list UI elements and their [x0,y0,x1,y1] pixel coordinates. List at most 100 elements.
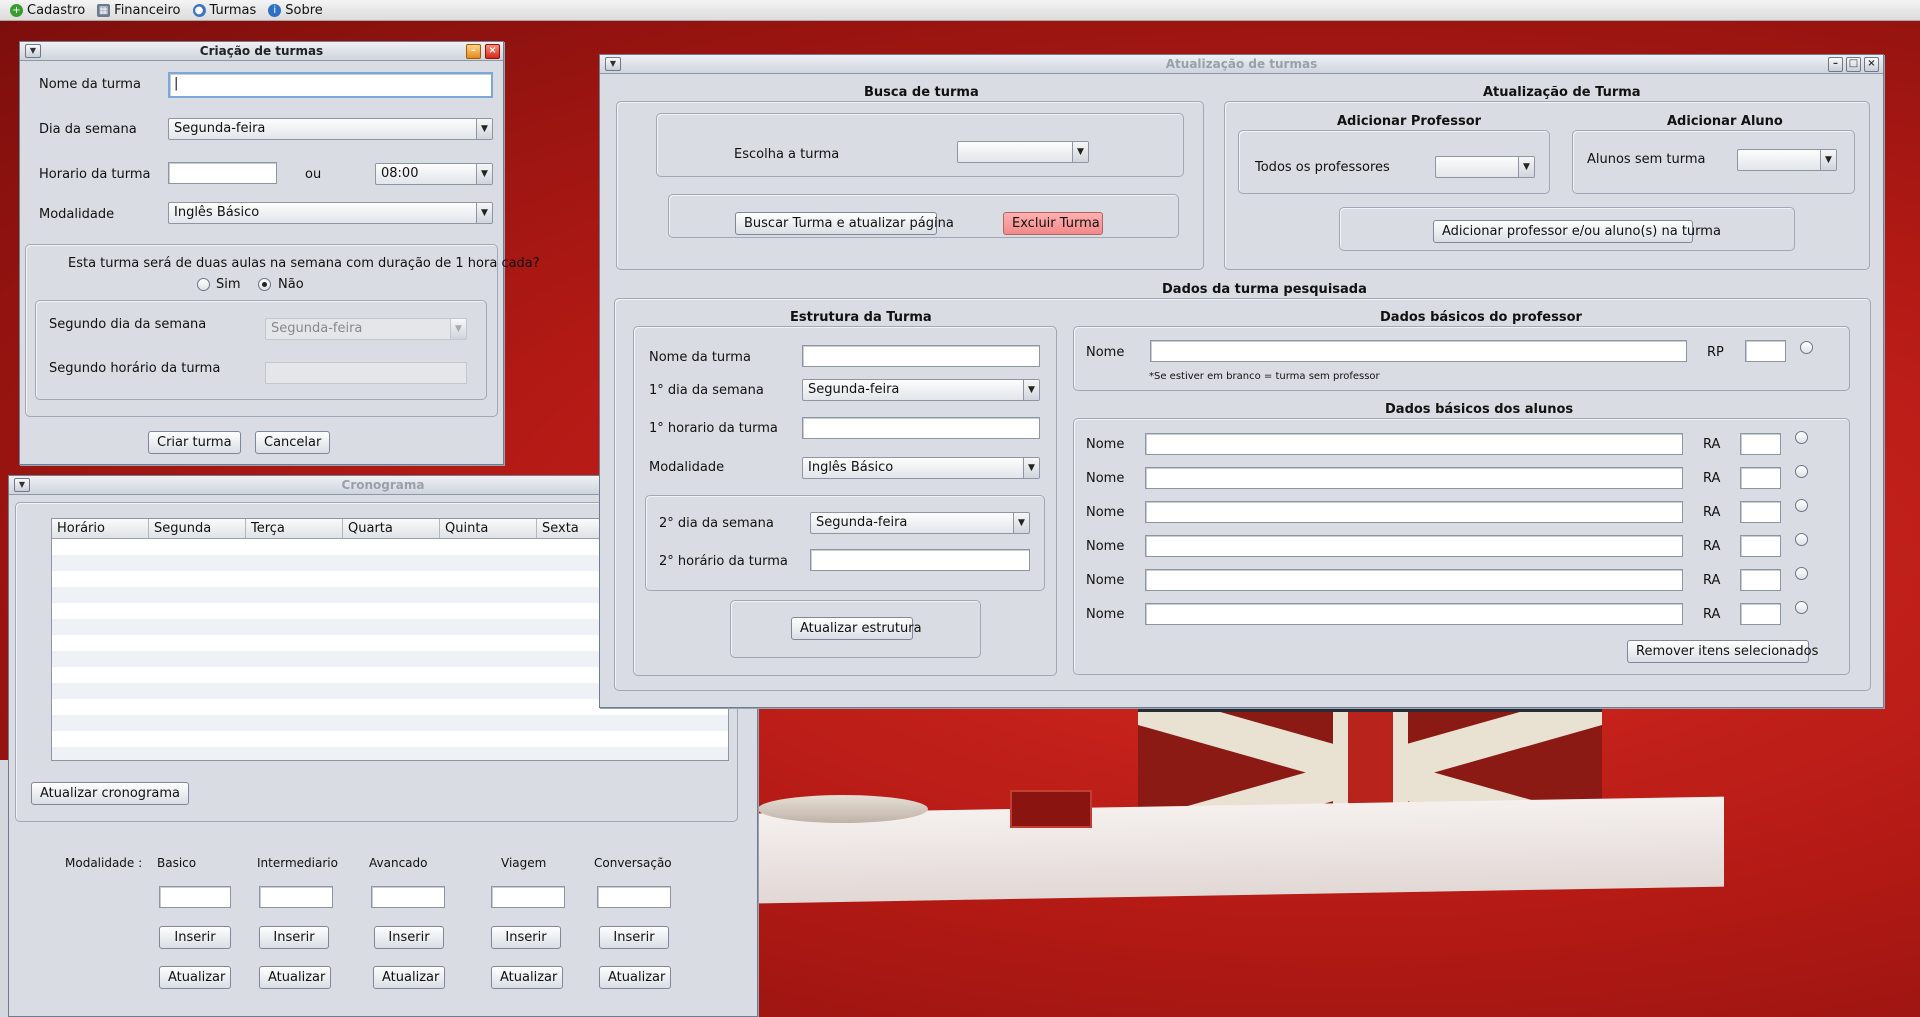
aluno-5-nome-input[interactable] [1145,569,1683,591]
inserir-basico-button[interactable]: Inserir [159,926,231,949]
menu-cadastro[interactable]: + Cadastro [10,3,85,18]
col-terca[interactable]: Terça [246,519,343,538]
segundo-dia-label: Segundo dia da semana [49,317,207,332]
window-menu-icon[interactable]: ▼ [14,478,30,492]
intermediario-input[interactable] [259,886,333,908]
aluno-3-radio[interactable] [1795,499,1808,512]
atualizar-basico-button[interactable]: Atualizar [159,966,231,989]
aluno-5-radio[interactable] [1795,567,1808,580]
col-segunda[interactable]: Segunda [149,519,246,538]
menu-turmas[interactable]: ● Turmas [192,2,257,18]
window-menu-icon[interactable]: ▼ [25,44,41,58]
chevron-down-icon: ▼ [450,319,466,339]
basico-input[interactable] [159,886,231,908]
prof-select-radio[interactable] [1800,341,1813,354]
atualizar-avancado-button[interactable]: Atualizar [373,966,445,989]
aluno-6-nome-input[interactable] [1145,603,1683,625]
inserir-avancado-button[interactable]: Inserir [374,926,444,949]
modalidade-select[interactable]: Inglês Básico ▼ [168,202,493,224]
menu-financeiro[interactable]: ▦ Financeiro [97,2,181,18]
ou-label: ou [305,167,322,182]
menu-sobre-label: Sobre [285,2,323,18]
modalidade-select[interactable]: Inglês Básico ▼ [802,457,1040,479]
remover-button[interactable]: Remover itens selecionados [1627,640,1818,663]
menu-financeiro-label: Financeiro [114,2,181,18]
aluno-5-ra-input[interactable] [1740,569,1781,591]
avancado-input[interactable] [371,886,445,908]
menu-cadastro-label: Cadastro [27,2,86,18]
col-quarta[interactable]: Quarta [343,519,440,538]
window-menu-icon[interactable]: ▼ [605,57,621,71]
inserir-viagem-button[interactable]: Inserir [491,926,561,949]
maximize-icon[interactable]: □ [1846,57,1861,72]
aluno-6-ra-input[interactable] [1740,603,1781,625]
nome-turma-label: Nome da turma [39,77,141,92]
aluno-1-nome-label: Nome [1086,437,1125,452]
cancelar-button[interactable]: Cancelar [255,431,331,454]
todos-prof-label: Todos os professores [1255,160,1390,175]
users-icon: ● [192,3,206,17]
col-horario[interactable]: Horário [52,519,149,538]
close-icon[interactable]: × [485,44,500,59]
alunos-sem-select[interactable]: ▼ [1737,149,1837,171]
horario2-label: 2° horário da turma [659,554,788,569]
aluno-1-nome-input[interactable] [1145,433,1683,455]
aluno-4-radio[interactable] [1795,533,1808,546]
horario1-input[interactable] [802,417,1040,439]
aluno-2-ra-label: RA [1703,471,1721,486]
aluno-1-ra-input[interactable] [1740,433,1781,455]
aluno-2-nome-input[interactable] [1145,467,1683,489]
cronograma-title: Cronograma [341,478,425,492]
inserir-intermediario-button[interactable]: Inserir [259,926,329,949]
dia-semana-select[interactable]: Segunda-feira ▼ [168,118,493,140]
aluno-3-ra-input[interactable] [1740,501,1781,523]
nao-label: Não [278,277,304,292]
atualizar-conversacao-button[interactable]: Atualizar [599,966,671,989]
excluir-turma-button[interactable]: Excluir Turma [1003,212,1103,235]
aluno-4-ra-input[interactable] [1740,535,1781,557]
inserir-conversacao-button[interactable]: Inserir [599,926,669,949]
conversacao-input[interactable] [597,886,671,908]
atualizar-intermediario-button[interactable]: Atualizar [259,966,331,989]
close-icon[interactable]: × [1864,57,1879,72]
col-quinta[interactable]: Quinta [440,519,537,538]
aluno-6-radio[interactable] [1795,601,1808,614]
alunos-title: Dados básicos dos alunos [1385,402,1574,417]
aluno-6-ra-label: RA [1703,607,1721,622]
sim-radio[interactable] [197,278,210,291]
prof-nome-input[interactable] [1150,340,1687,362]
aluno-2-ra-input[interactable] [1740,467,1781,489]
horario-select[interactable]: 08:00 ▼ [375,163,493,185]
buscar-turma-button[interactable]: Buscar Turma e atualizar página [735,212,954,235]
aluno-2-radio[interactable] [1795,465,1808,478]
prof-title: Dados básicos do professor [1380,310,1582,325]
rp-input[interactable] [1745,340,1786,362]
aluno-5-ra-label: RA [1703,573,1721,588]
aluno-1-radio[interactable] [1795,431,1808,444]
chevron-down-icon: ▼ [1023,380,1039,400]
minimize-icon[interactable]: – [1828,57,1843,72]
todos-prof-select[interactable]: ▼ [1435,156,1535,178]
aluno-2-nome-label: Nome [1086,471,1125,486]
atualizar-viagem-button[interactable]: Atualizar [491,966,563,989]
atualizar-estrutura-button[interactable]: Atualizar estrutura [791,617,922,640]
dia1-select[interactable]: Segunda-feira ▼ [802,379,1040,401]
menu-turmas-label: Turmas [209,2,257,18]
criar-turma-button[interactable]: Criar turma [148,431,241,454]
aluno-4-nome-input[interactable] [1145,535,1683,557]
menu-sobre[interactable]: i Sobre [268,3,323,18]
dia2-select[interactable]: Segunda-feira ▼ [810,512,1030,534]
adicionar-button[interactable]: Adicionar professor e/ou aluno(s) na tur… [1433,220,1721,243]
atualizar-cronograma-button[interactable]: Atualizar cronograma [31,782,190,805]
horario-input[interactable] [168,162,277,184]
horario2-input[interactable] [810,549,1030,571]
nao-radio[interactable] [258,278,271,291]
aluno-3-nome-input[interactable] [1145,501,1683,523]
escolha-select[interactable]: ▼ [957,141,1089,163]
modalidade-value: Inglês Básico [174,205,260,220]
nome-turma-input[interactable]: | [168,72,493,98]
viagem-input[interactable] [491,886,565,908]
minimize-icon[interactable]: – [466,44,481,59]
chevron-down-icon: ▼ [1023,458,1039,478]
nome-turma-input[interactable] [802,345,1040,367]
